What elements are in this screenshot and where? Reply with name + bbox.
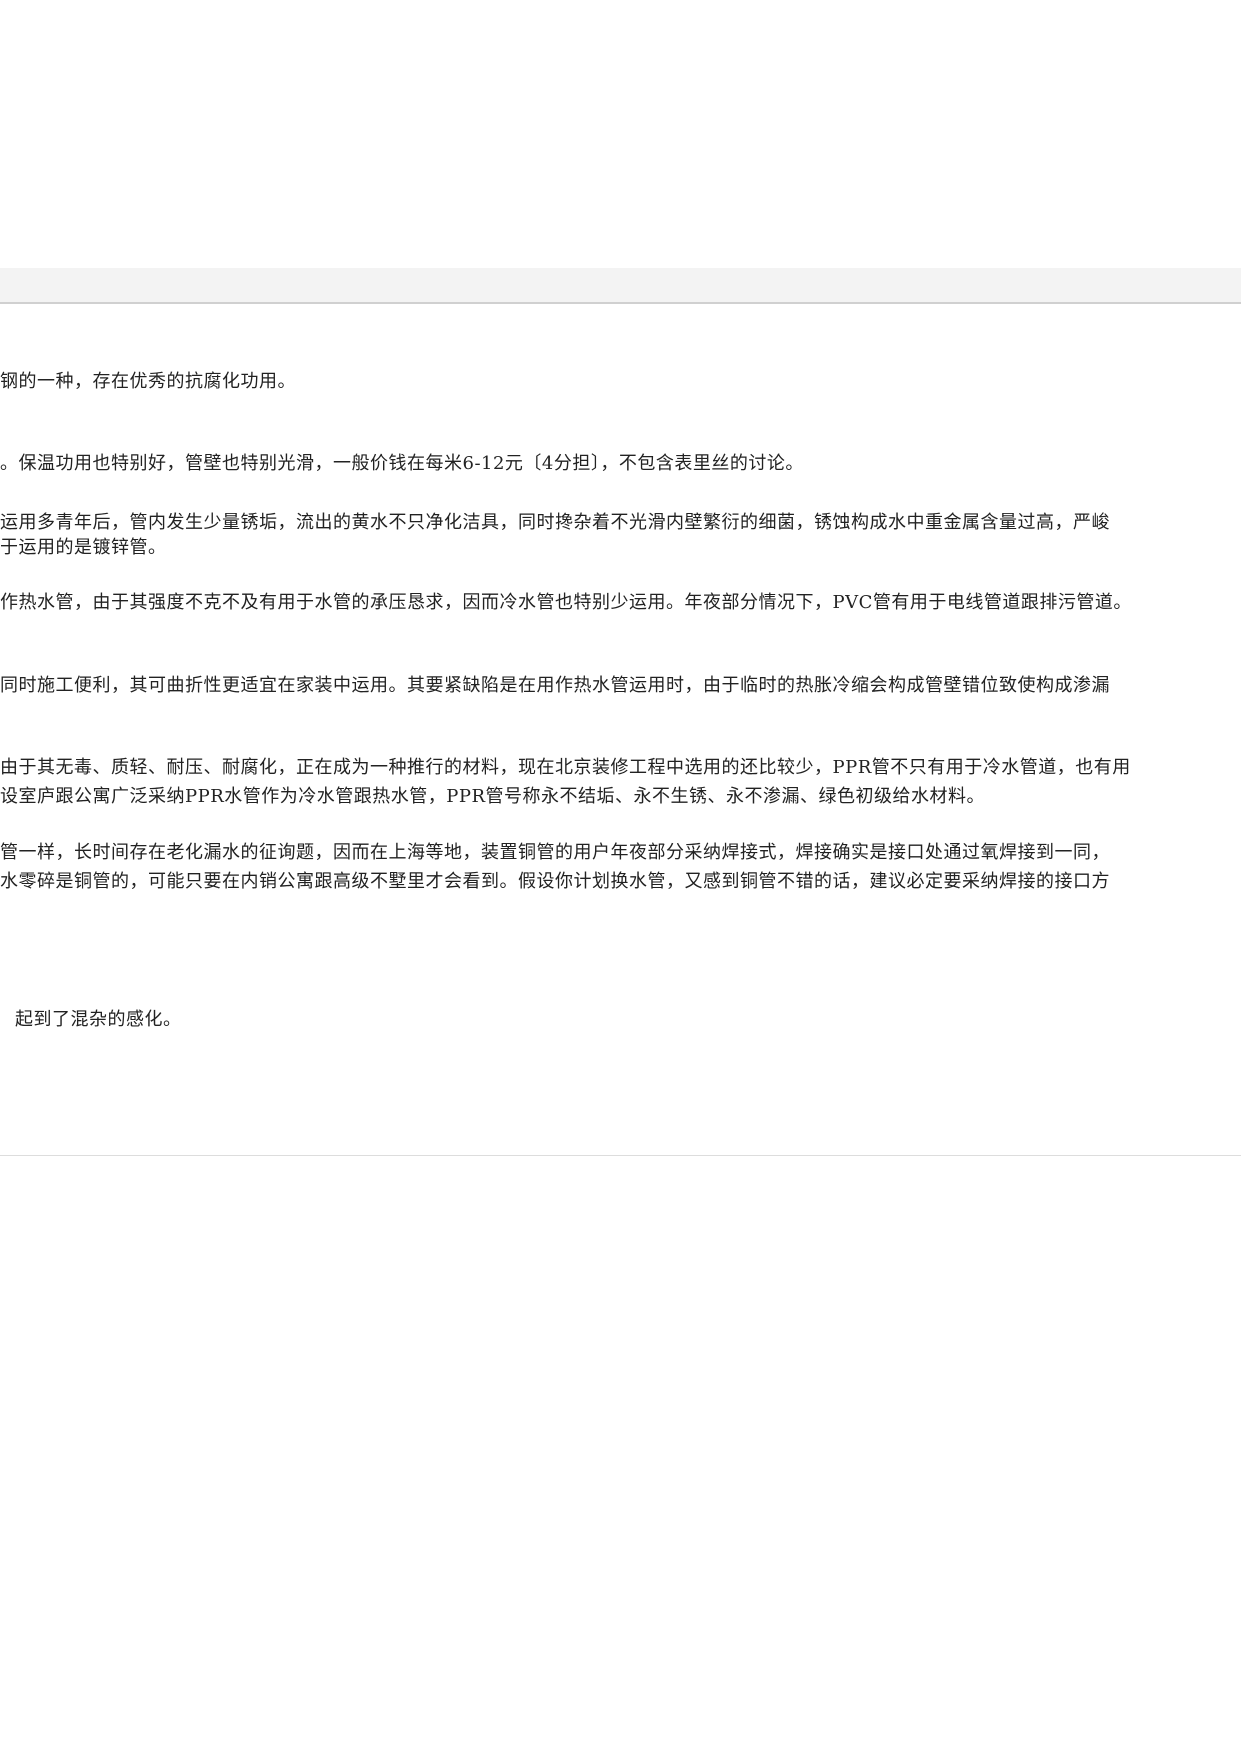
paragraph-6-line-1: 由于其无毒、质轻、耐压、耐腐化，正在成为一种推行的材料，现在北京装修工程中选用的… bbox=[0, 757, 1131, 778]
paragraph-4-line-1: 作热水管，由于其强度不克不及有用于水管的承压恳求，因而冷水管也特别少运用。年夜部… bbox=[0, 592, 1132, 613]
paragraph-7-line-1: 管一样，长时间存在老化漏水的征询题，因而在上海等地，装置铜管的用户年夜部分采纳焊… bbox=[0, 842, 1110, 863]
paragraph-6-line-2: 设室庐跟公寓广泛采纳PPR水管作为冷水管跟热水管，PPR管号称永不结垢、永不生锈… bbox=[0, 786, 986, 807]
paragraph-3-line-1: 运用多青年后，管内发生少量锈垢，流出的黄水不只净化洁具，同时搀杂着不光滑内壁繁衍… bbox=[0, 512, 1110, 533]
bottom-divider bbox=[0, 1155, 1241, 1156]
paragraph-1-line-1: 钢的一种，存在优秀的抗腐化功用。 bbox=[0, 371, 296, 392]
paragraph-5-line-1: 同时施工便利，其可曲折性更适宜在家装中运用。其要紧缺陷是在用作热水管运用时，由于… bbox=[0, 675, 1110, 696]
paragraph-3-line-2: 于运用的是镀锌管。 bbox=[0, 537, 167, 558]
paragraph-7-line-2: 水零碎是铜管的，可能只要在内销公寓跟高级不墅里才会看到。假设你计划换水管，又感到… bbox=[0, 871, 1110, 892]
paragraph-8-line-1: 起到了混杂的感化。 bbox=[15, 1009, 182, 1030]
paragraph-2-line-1: 。保温功用也特别好，管壁也特别光滑，一般价钱在每米6-12元〔4分担〕，不包含表… bbox=[0, 453, 804, 474]
header-band bbox=[0, 268, 1241, 304]
